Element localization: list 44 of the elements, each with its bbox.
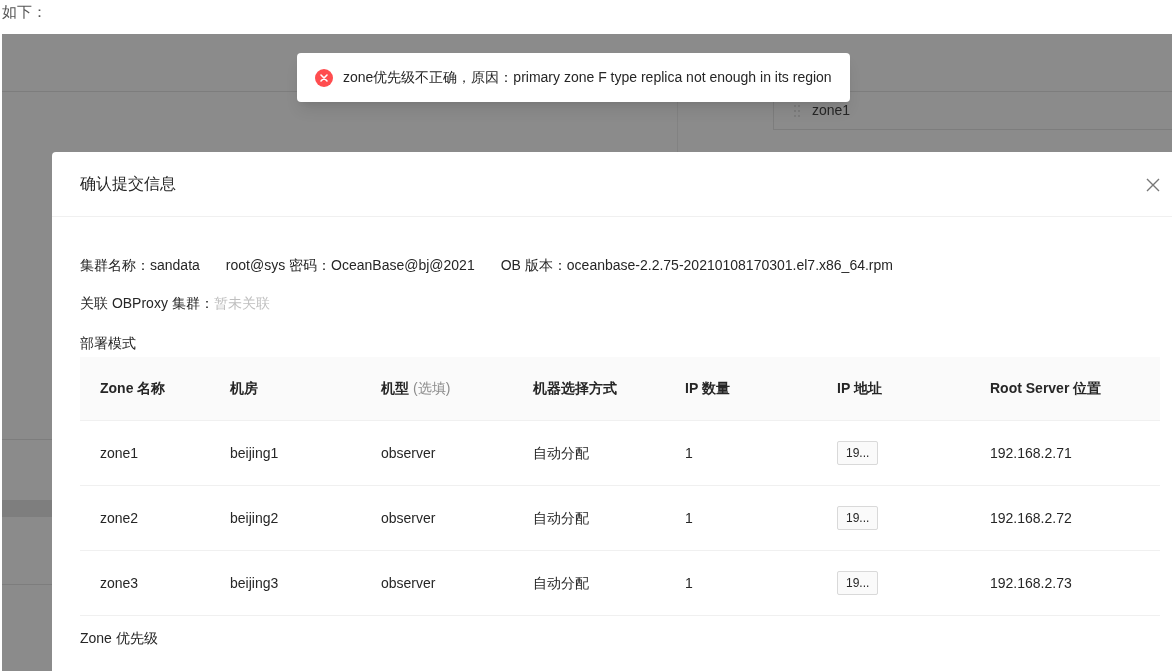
table-cell-text: 1 xyxy=(685,508,693,528)
field-label: 关联 OBProxy 集群： xyxy=(80,293,214,313)
column-header: Root Server 位置 xyxy=(990,379,1102,398)
table-cell-text: 自动分配 xyxy=(533,508,589,528)
column-header: Zone 名称 xyxy=(100,379,166,398)
table-cell-text: observer xyxy=(381,443,436,463)
drag-handle-icon[interactable] xyxy=(794,104,800,117)
table-cell-text: 192.168.2.71 xyxy=(990,443,1072,463)
table-cell-text: 1 xyxy=(685,573,693,593)
table-cell-text: 1 xyxy=(685,443,693,463)
table-cell-text: zone2 xyxy=(100,508,139,528)
table-cell-text: beijing3 xyxy=(230,573,279,593)
column-header: IP 数量 xyxy=(685,379,730,398)
table-cell-text: beijing2 xyxy=(230,508,279,528)
field-value: 暂未关联 xyxy=(213,293,270,313)
dialog-title: 确认提交信息 xyxy=(80,174,176,194)
row-highlight xyxy=(2,500,52,517)
section-title: 部署模式 xyxy=(80,334,136,353)
table-cell-text: zone1 xyxy=(100,443,139,463)
column-header: 机房 xyxy=(230,379,258,398)
intro-text: 如下： xyxy=(2,2,47,22)
section-title: Zone 优先级 xyxy=(80,629,158,648)
close-button[interactable] xyxy=(1144,176,1162,194)
ip-tag[interactable]: 19... xyxy=(837,441,879,465)
toast-message: zone优先级不正确，原因：primary zone F type replica not enough in its region xyxy=(343,68,832,87)
table-cell-text: 192.168.2.73 xyxy=(990,573,1072,593)
table-cell-text: 192.168.2.72 xyxy=(990,508,1072,528)
table-cell-text: zone3 xyxy=(100,573,139,593)
info-text: 集群名称：sandata xyxy=(80,255,200,275)
info-text: root@sys 密码：OceanBase@bj@2021 xyxy=(225,255,475,275)
column-header: 机器选择方式 xyxy=(533,379,617,398)
column-header: 机型 xyxy=(381,379,409,398)
info-text: OB 版本：oceanbase-2.2.75-20210108170301.el7.x86_64.rpm xyxy=(500,255,893,275)
ip-tag[interactable]: 19... xyxy=(837,506,879,530)
column-header: IP 地址 xyxy=(837,379,882,398)
list-item-label: zone1 xyxy=(812,101,851,120)
ip-tag[interactable]: 19... xyxy=(837,571,879,595)
table-cell-text: beijing1 xyxy=(230,443,279,463)
error-icon xyxy=(315,68,333,87)
table-cell-text: observer xyxy=(381,573,436,593)
column-hint: (选填) xyxy=(413,379,451,398)
table-cell-text: 自动分配 xyxy=(533,443,589,463)
table-cell-text: observer xyxy=(381,508,436,528)
table-cell-text: 自动分配 xyxy=(533,573,589,593)
